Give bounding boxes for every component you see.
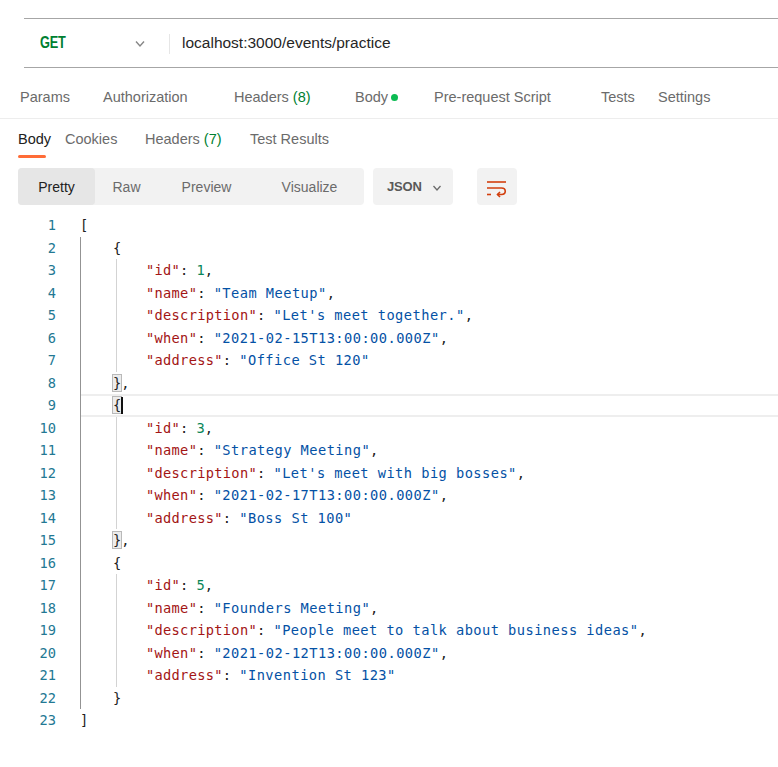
line-number: 9	[0, 394, 56, 417]
line-number: 22	[0, 687, 56, 710]
line-number: 8	[0, 372, 56, 395]
code-line: {	[80, 394, 647, 417]
request-tab-body[interactable]: Body	[355, 87, 398, 107]
format-dropdown[interactable]: JSON	[373, 168, 453, 205]
code-line: "when": "2021-02-17T13:00:00.000Z",	[80, 484, 647, 507]
line-number: 4	[0, 282, 56, 305]
request-tab-settings[interactable]: Settings	[658, 87, 710, 107]
code-line: "description": "Let's meet together.",	[80, 304, 647, 327]
url-input[interactable]: localhost:3000/events/practice	[182, 19, 391, 67]
response-tab-headers[interactable]: Headers (7)	[145, 129, 222, 149]
code-line: ]	[80, 709, 647, 732]
code-line: "address": "Invention St 123"	[80, 664, 647, 687]
code-line: "description": "Let's meet with big boss…	[80, 462, 647, 485]
request-tab-headers[interactable]: Headers (8)	[234, 87, 311, 107]
line-number: 11	[0, 439, 56, 462]
body-present-dot	[391, 94, 398, 101]
line-number: 2	[0, 237, 56, 260]
line-numbers-gutter: 1234567891011121314151617181920212223	[0, 214, 56, 732]
line-number: 7	[0, 349, 56, 372]
request-tab-params[interactable]: Params	[20, 87, 70, 107]
matched-bracket: }	[113, 532, 121, 548]
code-line: },	[80, 372, 647, 395]
response-tab-test-results[interactable]: Test Results	[250, 129, 329, 149]
wrap-line-icon	[486, 177, 508, 199]
format-chevron-down-icon	[431, 182, 443, 194]
line-number: 19	[0, 619, 56, 642]
line-number: 14	[0, 507, 56, 530]
code-line: },	[80, 529, 647, 552]
response-tab-body[interactable]: Body	[18, 129, 51, 149]
line-number: 13	[0, 484, 56, 507]
view-mode-visualize[interactable]: Visualize	[255, 168, 364, 205]
code-line: "address": "Boss St 100"	[80, 507, 647, 530]
line-number: 21	[0, 664, 56, 687]
request-tab-tests[interactable]: Tests	[601, 87, 635, 107]
response-body-editor[interactable]: 1234567891011121314151617181920212223 [ …	[0, 214, 778, 767]
text-cursor	[121, 397, 123, 415]
url-bar: GET localhost:3000/events/practice	[24, 18, 778, 68]
url-separator	[169, 34, 170, 54]
response-headers-count: (7)	[204, 131, 222, 147]
format-dropdown-label: JSON	[387, 179, 422, 194]
view-mode-pretty[interactable]: Pretty	[18, 168, 95, 205]
code-line: "name": "Team Meetup",	[80, 282, 647, 305]
view-mode-raw[interactable]: Raw	[95, 168, 158, 205]
matched-bracket: }	[113, 375, 121, 391]
matched-bracket: {	[113, 397, 121, 413]
line-number: 17	[0, 574, 56, 597]
code-line: "id": 3,	[80, 417, 647, 440]
code-line: {	[80, 237, 647, 260]
line-number: 1	[0, 214, 56, 237]
view-mode-preview[interactable]: Preview	[158, 168, 255, 205]
response-tab-cookies[interactable]: Cookies	[65, 129, 117, 149]
code-line: "name": "Strategy Meeting",	[80, 439, 647, 462]
code-line: "description": "People meet to talk abou…	[80, 619, 647, 642]
line-number: 16	[0, 552, 56, 575]
line-number: 10	[0, 417, 56, 440]
line-number: 5	[0, 304, 56, 327]
line-number: 12	[0, 462, 56, 485]
view-mode-switcher: PrettyRawPreviewVisualize	[18, 168, 364, 205]
code-line: [	[80, 214, 647, 237]
line-number: 18	[0, 597, 56, 620]
code-line: "name": "Founders Meeting",	[80, 597, 647, 620]
code-line: "id": 1,	[80, 259, 647, 282]
method-chevron-down-icon[interactable]	[133, 37, 147, 51]
request-tabs-border	[0, 118, 778, 119]
code-content: [ { "id": 1, "name": "Team Meetup", "des…	[80, 214, 647, 732]
code-line: }	[80, 687, 647, 710]
line-number: 15	[0, 529, 56, 552]
active-tab-underline	[18, 155, 46, 158]
request-tab-pre-request-script[interactable]: Pre-request Script	[434, 87, 551, 107]
request-tab-authorization[interactable]: Authorization	[103, 87, 188, 107]
code-line: "id": 5,	[80, 574, 647, 597]
code-line: "when": "2021-02-15T13:00:00.000Z",	[80, 327, 647, 350]
line-number: 23	[0, 709, 56, 732]
code-line: "address": "Office St 120"	[80, 349, 647, 372]
code-line: {	[80, 552, 647, 575]
headers-count: (8)	[293, 89, 311, 105]
line-number: 6	[0, 327, 56, 350]
wrap-line-button[interactable]	[477, 168, 517, 205]
line-number: 3	[0, 259, 56, 282]
line-number: 20	[0, 642, 56, 665]
code-line: "when": "2021-02-12T13:00:00.000Z",	[80, 642, 647, 665]
method-selector[interactable]: GET	[40, 19, 66, 67]
